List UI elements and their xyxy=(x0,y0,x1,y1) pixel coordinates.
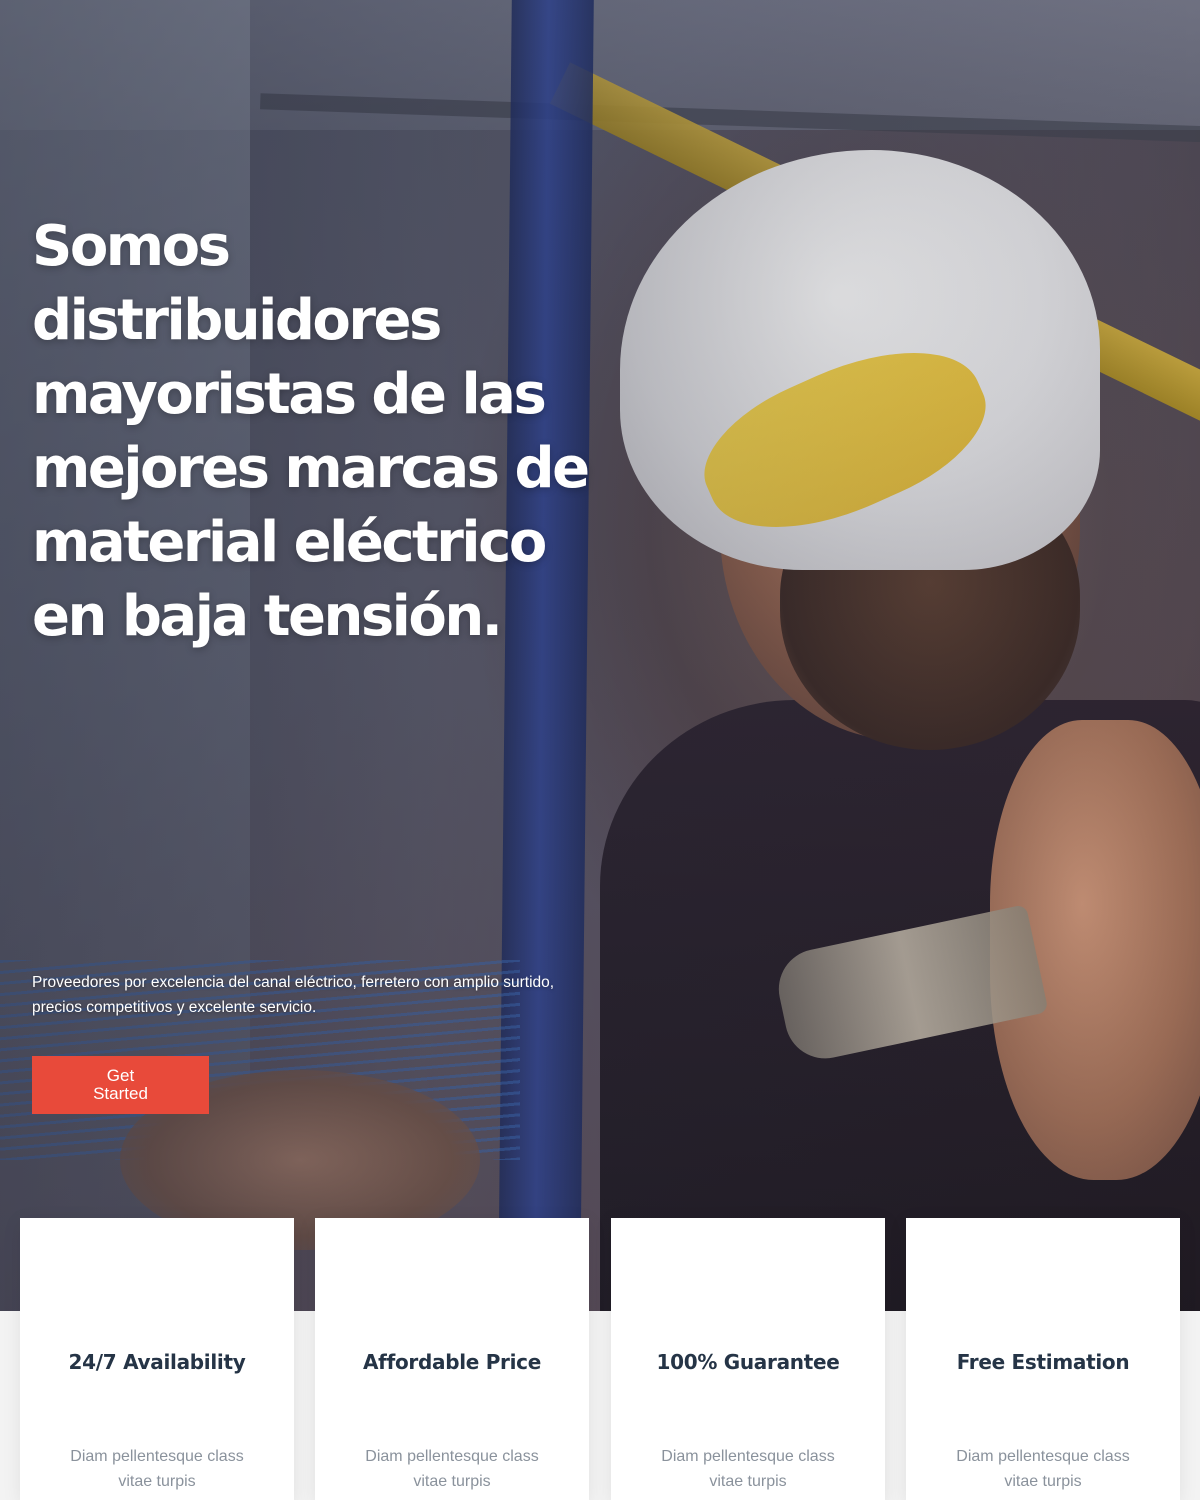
feature-card-title: 100% Guarantee xyxy=(656,1350,840,1374)
feature-card-estimation: Free Estimation Diam pellentesque class … xyxy=(906,1218,1180,1500)
hero-section: Somos distribuidores mayoristas de las m… xyxy=(0,0,1200,1311)
hero-subtext: Proveedores por excelencia del canal elé… xyxy=(32,974,555,1016)
feature-card-title: Free Estimation xyxy=(956,1350,1130,1374)
feature-card-availability: 24/7 Availability Diam pellentesque clas… xyxy=(20,1218,294,1500)
get-started-button[interactable]: Get Started xyxy=(32,1056,209,1114)
feature-card-text: Diam pellentesque class vitae turpis xyxy=(365,1448,539,1490)
feature-card-text: Diam pellentesque class vitae turpis xyxy=(70,1448,244,1490)
feature-card-text: Diam pellentesque class vitae turpis xyxy=(956,1448,1130,1490)
feature-card-guarantee: 100% Guarantee Diam pellentesque class v… xyxy=(611,1218,885,1500)
feature-card-text: Diam pellentesque class vitae turpis xyxy=(661,1448,835,1490)
feature-card-title: Affordable Price xyxy=(363,1350,541,1374)
hero-headline: Somos distribuidores mayoristas de las m… xyxy=(32,214,590,649)
features-section: 24/7 Availability Diam pellentesque clas… xyxy=(20,1218,1180,1500)
feature-card-title: 24/7 Availability xyxy=(68,1350,246,1374)
feature-card-price: Affordable Price Diam pellentesque class… xyxy=(315,1218,589,1500)
hero-image-overlay xyxy=(0,0,1200,1311)
